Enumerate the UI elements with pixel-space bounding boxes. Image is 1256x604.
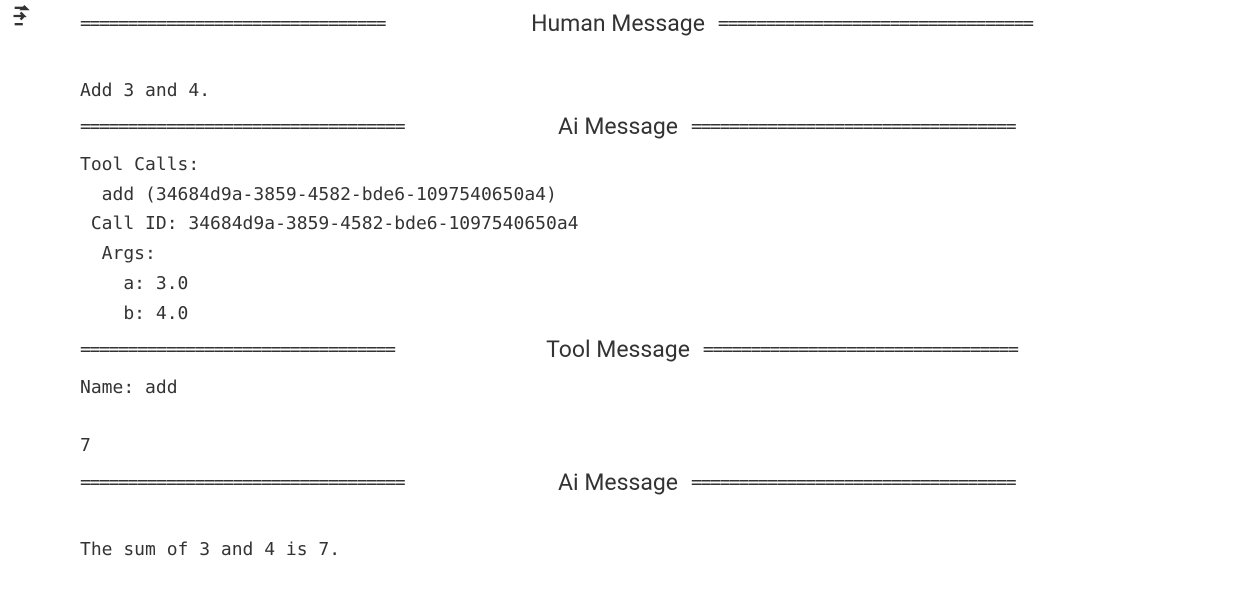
tool-calls-label: Tool Calls:: [80, 150, 1156, 180]
tool-message-header: ================================= Tool M…: [80, 332, 1156, 369]
tool-args-label: Args:: [80, 239, 1156, 269]
cell-output: ================================ Human M…: [80, 2, 1156, 564]
header-rule-left: ==================================: [80, 469, 545, 498]
tool-call-name: add (34684d9a-3859-4582-bde6-1097540650a…: [80, 180, 1156, 210]
blank-line: [80, 403, 1156, 432]
human-message-label: Human Message: [528, 6, 708, 43]
ai-message-header-2: ================================== Ai Me…: [80, 465, 1156, 502]
blank-line: [80, 47, 1156, 76]
tool-arg-a: a: 3.0: [80, 269, 1156, 299]
header-rule-right: ==================================: [691, 469, 1156, 498]
human-message-text: Add 3 and 4.: [80, 76, 1156, 106]
tool-arg-b: b: 4.0: [80, 299, 1156, 329]
header-rule-right: ==================================: [691, 113, 1156, 142]
ai-message-label: Ai Message: [555, 109, 681, 146]
blank-line: [80, 506, 1156, 535]
ai-message-header: ================================== Ai Me…: [80, 109, 1156, 146]
output-icon: [10, 15, 38, 34]
header-rule-left: ================================: [80, 10, 518, 39]
tool-result: 7: [80, 431, 1156, 461]
tool-name-line: Name: add: [80, 373, 1156, 403]
header-rule-right: =================================: [703, 336, 1156, 365]
header-rule-right: =================================: [718, 10, 1156, 39]
tool-message-label: Tool Message: [543, 332, 693, 369]
tool-call-id: Call ID: 34684d9a-3859-4582-bde6-1097540…: [80, 209, 1156, 239]
header-rule-left: ==================================: [80, 113, 545, 142]
cell-output-indicator[interactable]: [10, 2, 38, 34]
ai-message-text: The sum of 3 and 4 is 7.: [80, 535, 1156, 565]
human-message-header: ================================ Human M…: [80, 6, 1156, 43]
ai-message-label-2: Ai Message: [555, 465, 681, 502]
header-rule-left: =================================: [80, 336, 533, 365]
